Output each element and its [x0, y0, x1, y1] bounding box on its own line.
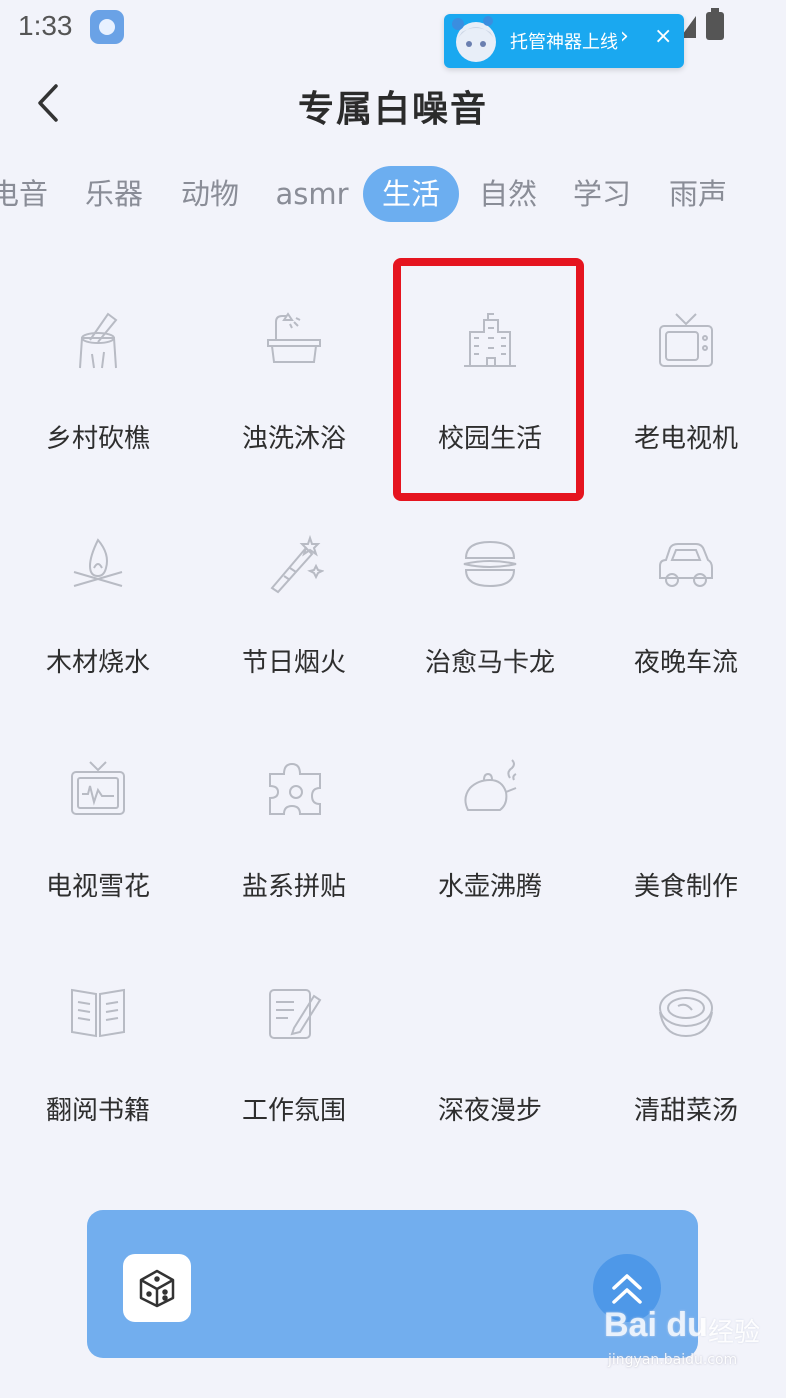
page-header: 专属白噪音: [0, 66, 786, 142]
tab-asmr[interactable]: asmr: [272, 166, 352, 222]
dice-icon: [139, 1269, 175, 1308]
sound-label: 翻阅书籍: [45, 1096, 150, 1126]
teapot-icon: [464, 759, 517, 811]
app-notification-icon: [90, 10, 124, 44]
sound-item[interactable]: 水壶沸腾: [392, 704, 588, 928]
firework-icon: [270, 534, 324, 594]
open-book-icon: [71, 988, 125, 1038]
tab-study[interactable]: 学习: [568, 166, 636, 222]
bathtub-shower-icon: [267, 312, 321, 363]
sound-label: 治愈马卡龙: [424, 648, 555, 678]
sound-label: 乡村砍樵: [45, 424, 150, 454]
old-tv-icon: [659, 313, 713, 367]
puzzle-piece-icon: [269, 762, 321, 815]
tab-animals[interactable]: 动物: [176, 166, 244, 222]
highlight-box: [393, 258, 584, 501]
sound-item[interactable]: 老电视机: [588, 256, 784, 480]
anime-avatar-icon: [452, 16, 496, 62]
category-tabs: 电音 乐器 动物 asmr 生活 自然 学习 雨声: [0, 160, 786, 226]
random-button[interactable]: [123, 1254, 191, 1322]
watermark-jingyan: 经验: [708, 1318, 761, 1348]
tv-static-icon: [71, 761, 125, 815]
sound-item[interactable]: 翻阅书籍: [0, 928, 196, 1152]
notepad-pen-icon: [269, 989, 322, 1039]
sound-label: 木材烧水: [45, 648, 150, 678]
sound-item[interactable]: 治愈马卡龙: [392, 480, 588, 704]
sound-item[interactable]: 夜晚车流: [588, 480, 784, 704]
tab-rain[interactable]: 雨声: [664, 166, 732, 222]
promo-notification[interactable]: 托管神器上线 › ×: [444, 14, 684, 68]
sound-item[interactable]: 工作氛围: [196, 928, 392, 1152]
page-title: 专属白噪音: [297, 89, 488, 130]
tab-nature[interactable]: 自然: [474, 166, 542, 222]
soup-bowl-icon: [659, 989, 713, 1038]
sound-item[interactable]: 清甜菜汤: [588, 928, 784, 1152]
notification-text: 托管神器上线: [510, 32, 618, 53]
car-icon: [659, 543, 713, 587]
baidu-watermark: Bai du 经验 jingyan.baidu.com: [596, 1300, 776, 1380]
sound-label: 清甜菜汤: [633, 1096, 738, 1126]
sound-item[interactable]: 电视雪花: [0, 704, 196, 928]
status-time: 1:33: [18, 10, 73, 41]
sound-item[interactable]: 乡村砍樵: [0, 256, 196, 480]
sound-item[interactable]: 浊洗沐浴: [196, 256, 392, 480]
sound-label: 节日烟火: [241, 648, 346, 678]
axe-stump-icon: [79, 312, 118, 369]
watermark-url: jingyan.baidu.com: [608, 1352, 738, 1368]
sound-item[interactable]: 深夜漫步: [392, 928, 588, 1152]
sound-label: 水壶沸腾: [437, 872, 542, 902]
sound-item[interactable]: 节日烟火: [196, 480, 392, 704]
sound-label: 美食制作: [633, 872, 738, 902]
sound-label: 电视雪花: [45, 872, 150, 902]
sound-item[interactable]: 盐系拼贴: [196, 704, 392, 928]
tab-life[interactable]: 生活: [363, 166, 459, 222]
battery-icon: [706, 8, 724, 40]
sound-label: 夜晚车流: [633, 648, 738, 678]
chevron-right-icon: ›: [620, 24, 629, 49]
tab-electronic[interactable]: 电音: [0, 166, 52, 222]
macaron-icon: [463, 540, 517, 588]
tab-instruments[interactable]: 乐器: [80, 166, 148, 222]
watermark-logo: Bai du: [604, 1306, 708, 1344]
sound-label: 浊洗沐浴: [241, 424, 346, 454]
sound-label: 工作氛围: [241, 1096, 346, 1126]
sound-item[interactable]: 木材烧水: [0, 480, 196, 704]
close-button[interactable]: ×: [654, 24, 672, 49]
sound-label: 老电视机: [633, 424, 738, 454]
campfire-icon: [73, 538, 123, 587]
sound-label: 盐系拼贴: [241, 872, 346, 902]
sound-item[interactable]: 美食制作: [588, 704, 784, 928]
sound-label: 深夜漫步: [437, 1096, 542, 1126]
